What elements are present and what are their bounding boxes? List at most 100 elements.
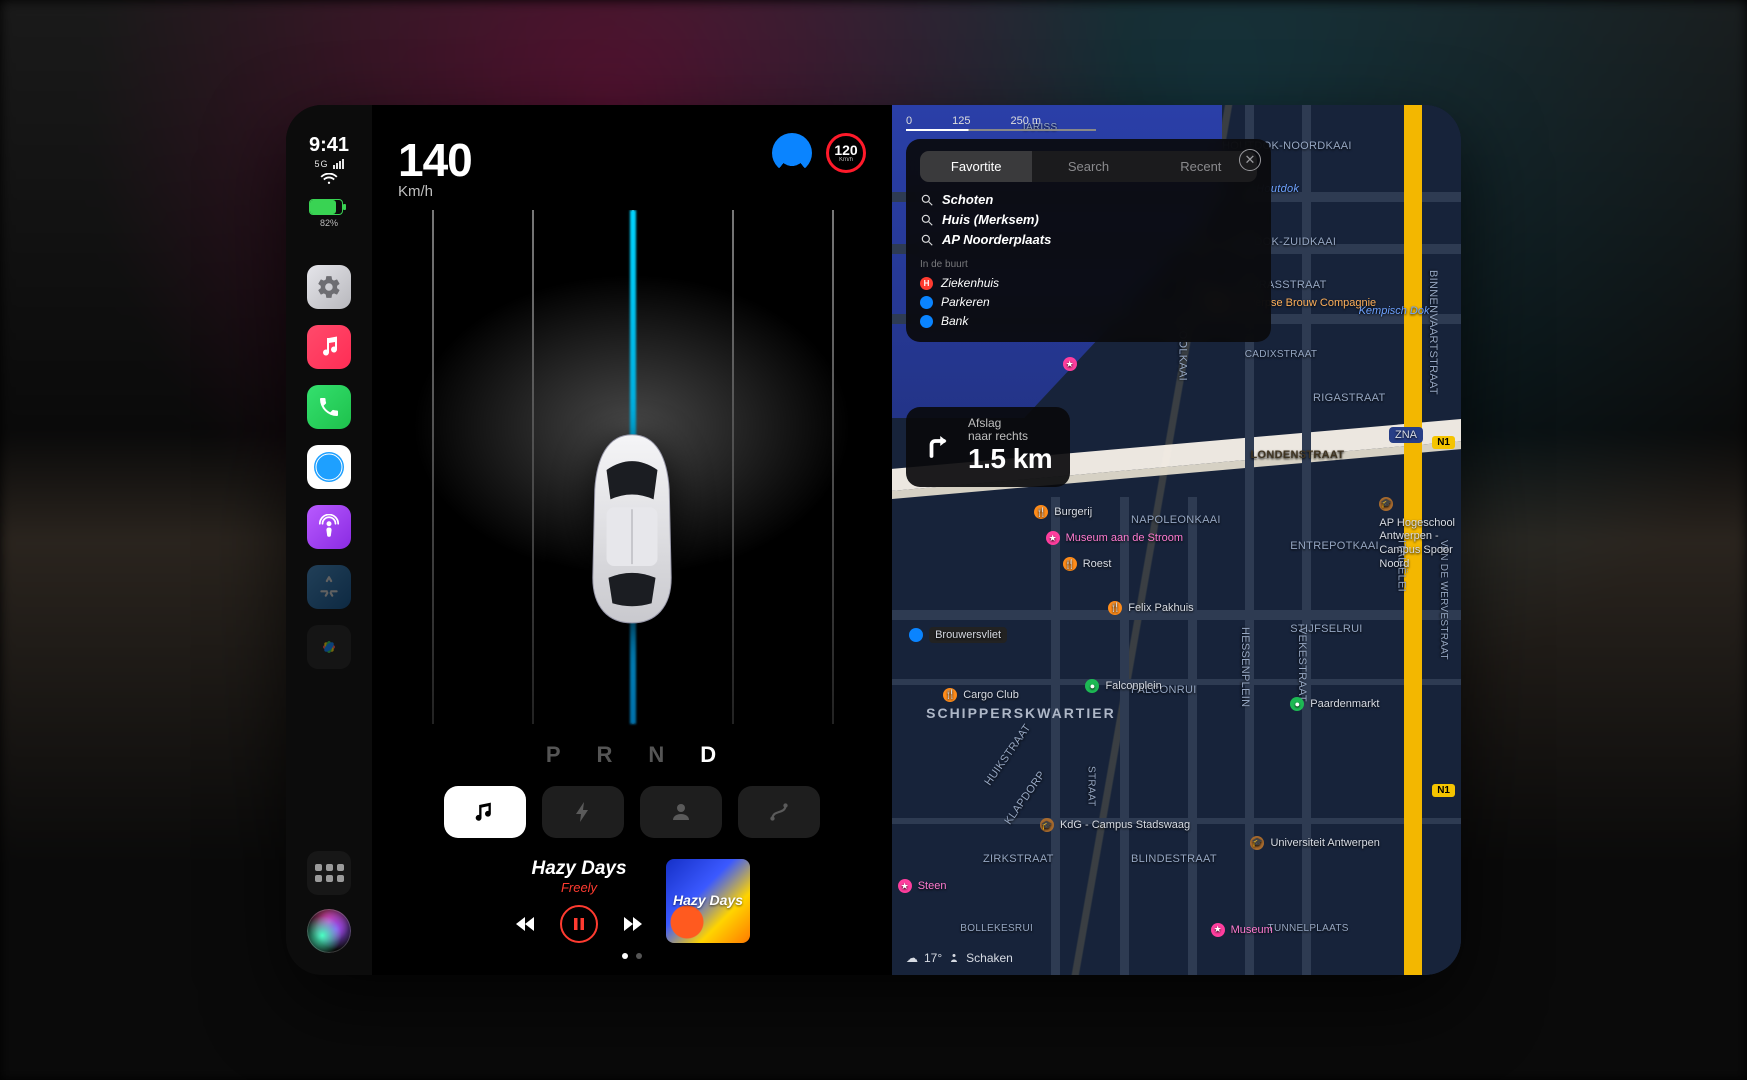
road-label: BINNENVAARTSTRAAT bbox=[1427, 270, 1439, 395]
status-time: 9:41 bbox=[309, 133, 349, 157]
road-label: LONDENSTRAAT bbox=[1250, 449, 1344, 461]
quick-charge-button[interactable] bbox=[542, 786, 624, 838]
siri-button[interactable] bbox=[307, 909, 351, 953]
poi-kdg[interactable]: 🎓KdG - Campus Stadswaag bbox=[1040, 818, 1190, 832]
next-track-button[interactable] bbox=[620, 912, 644, 936]
nearby-item[interactable]: Parkeren bbox=[920, 295, 1257, 309]
quick-buttons bbox=[398, 786, 866, 838]
road-label: STRAAT bbox=[1085, 766, 1096, 807]
play-pause-button[interactable] bbox=[560, 905, 598, 943]
search-icon bbox=[920, 233, 934, 247]
sidebar-apps bbox=[307, 265, 351, 669]
poi-ap[interactable]: 🎓 AP HogeschoolAntwerpen -Campus SpoorNo… bbox=[1379, 497, 1455, 572]
drive-panel: 140 Km/h 120 Km/h bbox=[372, 105, 892, 975]
app-phone[interactable] bbox=[307, 385, 351, 429]
favorite-item[interactable]: AP Noorderplaats bbox=[920, 232, 1257, 247]
road-label: TUNNELPLAATS bbox=[1268, 923, 1349, 934]
gear-selector: P R N D bbox=[398, 742, 866, 768]
turn-distance: 1.5 km bbox=[968, 443, 1052, 475]
quick-route-button[interactable] bbox=[738, 786, 820, 838]
poi-zna[interactable]: ZNA bbox=[1389, 427, 1423, 443]
status-block: 9:41 5G 82% bbox=[309, 133, 349, 229]
search-icon bbox=[920, 193, 934, 207]
status-network: 5G bbox=[309, 159, 349, 170]
steering-icon[interactable] bbox=[772, 133, 812, 173]
gear-p[interactable]: P bbox=[546, 742, 563, 768]
poi-museum-b[interactable]: ★Museum bbox=[1211, 923, 1273, 937]
poi-steen[interactable]: ★Steen bbox=[898, 879, 947, 893]
road-label: BOLLEKESRUI bbox=[960, 923, 1033, 934]
previous-track-button[interactable] bbox=[514, 912, 538, 936]
road-label: CADIXSTRAAT bbox=[1245, 349, 1318, 360]
speed-display: 140 Km/h bbox=[398, 133, 472, 200]
poi-cargo-club[interactable]: 🍴Cargo Club bbox=[943, 688, 1019, 702]
poi-felix[interactable]: 🍴Felix Pakhuis bbox=[1108, 601, 1193, 615]
poi-museum-stroom[interactable]: ★ bbox=[1063, 357, 1083, 371]
cloud-icon: ☁ bbox=[906, 951, 918, 965]
album-art[interactable]: Hazy Days bbox=[666, 859, 750, 943]
app-podcasts[interactable] bbox=[307, 505, 351, 549]
track-title: Hazy Days bbox=[514, 858, 644, 880]
map-panel[interactable]: HOUTDOK-NOORDKAAI Houtdok HOUTDOK-ZUIDKA… bbox=[892, 105, 1461, 975]
scale-line bbox=[906, 129, 1096, 131]
app-launcher[interactable] bbox=[307, 851, 351, 895]
gear-r[interactable]: R bbox=[597, 742, 615, 768]
road-label: VEKESTRAAT bbox=[1296, 627, 1308, 702]
district-label: SCHIPPERSKWARTIER bbox=[926, 705, 1116, 721]
road-label: NAPOLEONKAAI bbox=[1131, 514, 1221, 526]
poi-burgerij[interactable]: 🍴Burgerij bbox=[1034, 505, 1092, 519]
battery-percent: 82% bbox=[309, 218, 349, 229]
map-scale: 0 125 250 m bbox=[906, 115, 1041, 127]
search-card: ✕ Favortite Search Recent Schoten Huis (… bbox=[906, 139, 1271, 342]
road-label: RIGASTRAAT bbox=[1313, 392, 1385, 404]
track-artist: Freely bbox=[514, 880, 644, 895]
road-badge: N1 bbox=[1432, 436, 1455, 449]
poi-roest[interactable]: 🍴Roest bbox=[1063, 557, 1112, 571]
road-label: HESSENPLEIN bbox=[1239, 627, 1251, 707]
app-safari[interactable] bbox=[307, 445, 351, 489]
road-label: ZIRKSTRAAT bbox=[983, 853, 1054, 865]
sidebar: 9:41 5G 82% bbox=[286, 105, 372, 975]
favorite-item[interactable]: Huis (Merksem) bbox=[920, 212, 1257, 227]
app-appstore[interactable] bbox=[307, 565, 351, 609]
speed-value: 140 bbox=[398, 133, 472, 187]
app-settings[interactable] bbox=[307, 265, 351, 309]
poi-paardenmarkt[interactable]: ●Paardenmarkt bbox=[1290, 697, 1379, 711]
speed-limit-sign: 120 Km/h bbox=[826, 133, 866, 173]
now-playing: Hazy Days Freely Hazy Days bbox=[398, 858, 866, 943]
person-icon bbox=[948, 952, 960, 964]
poi-museum-stroom2[interactable]: ★Museum aan de Stroom bbox=[1046, 531, 1183, 545]
lane-view bbox=[372, 210, 892, 778]
close-icon[interactable]: ✕ bbox=[1239, 149, 1261, 171]
poi-univ[interactable]: 🎓Universiteit Antwerpen bbox=[1250, 836, 1379, 850]
road-label: ENTREPOTKAAI bbox=[1290, 540, 1379, 552]
battery-icon bbox=[309, 199, 343, 215]
poi-brouwersvliet[interactable]: Brouwersvliet bbox=[909, 627, 1007, 643]
turn-right-icon bbox=[924, 431, 954, 461]
page-indicator[interactable] bbox=[398, 953, 866, 959]
nearby-item[interactable]: HZiekenhuis bbox=[920, 276, 1257, 290]
carplay-console: 9:41 5G 82% bbox=[286, 105, 1461, 975]
signal-icon bbox=[333, 159, 344, 169]
tab-search[interactable]: Search bbox=[1032, 151, 1144, 182]
favorite-item[interactable]: Schoten bbox=[920, 192, 1257, 207]
app-photos[interactable] bbox=[307, 625, 351, 669]
quick-music-button[interactable] bbox=[444, 786, 526, 838]
tab-favorite[interactable]: Favortite bbox=[920, 151, 1032, 182]
poi-falconplein[interactable]: ●Falconplein bbox=[1085, 679, 1161, 693]
poi-kempisch: Kempisch Dok bbox=[1359, 305, 1430, 317]
vehicle-icon bbox=[583, 431, 681, 632]
app-music[interactable] bbox=[307, 325, 351, 369]
gear-d[interactable]: D bbox=[700, 742, 718, 768]
nearby-item[interactable]: Bank bbox=[920, 314, 1257, 328]
gear-n[interactable]: N bbox=[648, 742, 666, 768]
nearby-list: HZiekenhuis Parkeren Bank bbox=[920, 276, 1257, 328]
nearby-heading: In de buurt bbox=[920, 259, 1257, 270]
favorite-list: Schoten Huis (Merksem) AP Noorderplaats bbox=[920, 192, 1257, 247]
quick-profile-button[interactable] bbox=[640, 786, 722, 838]
weather-chip[interactable]: ☁ 17° Schaken bbox=[906, 951, 1013, 965]
wifi-icon bbox=[309, 173, 349, 189]
search-icon bbox=[920, 213, 934, 227]
road-label: BLINDESTRAAT bbox=[1131, 853, 1217, 865]
turn-card[interactable]: Afslagnaar rechts 1.5 km bbox=[906, 407, 1070, 487]
